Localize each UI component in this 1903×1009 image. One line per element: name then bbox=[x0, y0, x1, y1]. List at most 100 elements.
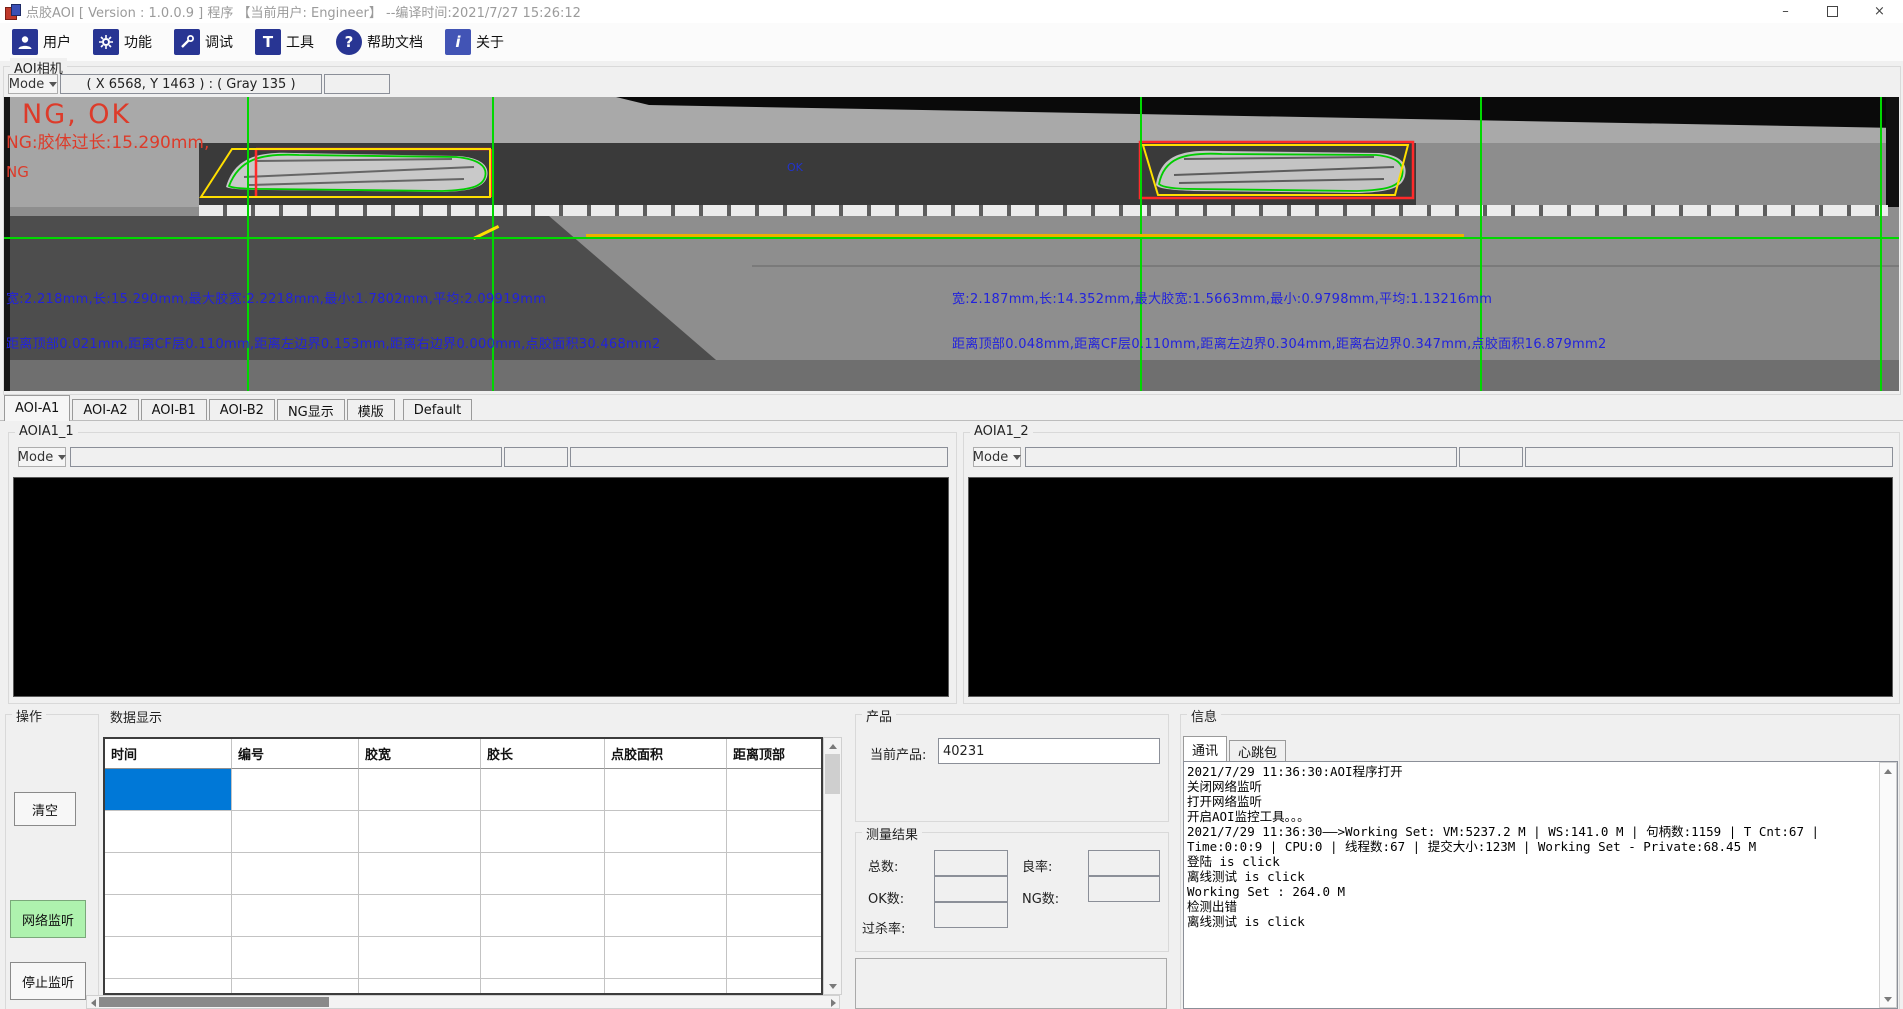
column-header-glue-width[interactable]: 胶宽 bbox=[359, 739, 481, 769]
title-bar: 点胶AOI [ Version : 1.0.0.9 ] 程序 【当前用户: En… bbox=[0, 0, 1903, 24]
comm-log[interactable]: 2021/7/29 11:36:30:AOI程序打开 关闭网络监听 打开网络监听… bbox=[1183, 761, 1898, 1009]
maximize-button[interactable] bbox=[1809, 0, 1856, 23]
tab-aoi-b1[interactable]: AOI-B1 bbox=[141, 399, 207, 421]
table-cell[interactable] bbox=[232, 811, 359, 853]
table-cell[interactable] bbox=[105, 895, 232, 937]
log-vertical-scrollbar[interactable] bbox=[1879, 762, 1897, 1008]
ng-count-field bbox=[1088, 876, 1160, 902]
column-header-time[interactable]: 时间 bbox=[105, 739, 232, 769]
log-line: 离线测试 is click bbox=[1187, 869, 1877, 884]
scroll-up-icon[interactable] bbox=[1880, 763, 1896, 779]
table-cell[interactable] bbox=[105, 979, 232, 995]
table-cell[interactable] bbox=[605, 769, 727, 811]
table-cell[interactable] bbox=[359, 853, 481, 895]
scroll-left-icon[interactable] bbox=[87, 998, 99, 1008]
table-cell[interactable] bbox=[481, 895, 605, 937]
table-cell[interactable] bbox=[359, 811, 481, 853]
camera-mode-dropdown[interactable]: Mode bbox=[8, 74, 58, 94]
table-cell[interactable] bbox=[605, 979, 727, 995]
table-cell[interactable] bbox=[232, 769, 359, 811]
table-cell[interactable] bbox=[359, 769, 481, 811]
table-cell-selected[interactable] bbox=[105, 769, 232, 811]
tab-label: NG显示 bbox=[288, 401, 334, 420]
table-cell[interactable] bbox=[232, 853, 359, 895]
minimize-button[interactable]: – bbox=[1762, 0, 1809, 23]
tab-aoi-a1[interactable]: AOI-A1 bbox=[4, 395, 70, 421]
tab-aoi-b2[interactable]: AOI-B2 bbox=[209, 399, 275, 421]
table-cell[interactable] bbox=[727, 811, 821, 853]
aoia1-2-mode-dropdown[interactable]: Mode bbox=[973, 447, 1021, 467]
toolbar-button-user[interactable]: 用户 bbox=[8, 27, 75, 57]
scroll-right-icon[interactable] bbox=[827, 998, 839, 1008]
maximize-icon bbox=[1827, 6, 1838, 17]
info-group-label: 信息 bbox=[1187, 706, 1221, 725]
scroll-down-icon[interactable] bbox=[1880, 991, 1896, 1007]
close-button[interactable]: × bbox=[1856, 0, 1903, 23]
scroll-down-icon[interactable] bbox=[824, 978, 841, 994]
toolbar-button-tools[interactable]: T 工具 bbox=[251, 27, 318, 57]
table-cell[interactable] bbox=[605, 811, 727, 853]
log-line: Working Set : 264.0 M bbox=[1187, 884, 1877, 899]
toolbar-button-function[interactable]: 功能 bbox=[89, 27, 156, 57]
tab-ng-display[interactable]: NG显示 bbox=[277, 399, 345, 421]
table-cell[interactable] bbox=[605, 895, 727, 937]
table-cell[interactable] bbox=[481, 769, 605, 811]
aoia1-2-canvas[interactable] bbox=[968, 477, 1893, 697]
table-cell[interactable] bbox=[359, 937, 481, 979]
table-cell[interactable] bbox=[232, 895, 359, 937]
table-cell[interactable] bbox=[105, 937, 232, 979]
column-header-top-distance[interactable]: 距离顶部 bbox=[727, 739, 821, 769]
log-line: 打开网络监听 bbox=[1187, 794, 1877, 809]
table-cell[interactable] bbox=[481, 937, 605, 979]
table-cell[interactable] bbox=[359, 895, 481, 937]
clear-button[interactable]: 清空 bbox=[14, 792, 76, 826]
tabstrip-divider bbox=[0, 420, 1903, 421]
tab-label: Default bbox=[414, 403, 462, 418]
aoia1-1-mode-dropdown[interactable]: Mode bbox=[18, 447, 66, 467]
table-cell[interactable] bbox=[232, 937, 359, 979]
table-cell[interactable] bbox=[727, 937, 821, 979]
stop-listen-button[interactable]: 停止监听 bbox=[10, 962, 86, 1000]
toolbar-button-debug[interactable]: 调试 bbox=[170, 27, 237, 57]
product-groupbox: 产品 bbox=[855, 714, 1169, 822]
table-cell[interactable] bbox=[481, 811, 605, 853]
table-cell[interactable] bbox=[481, 853, 605, 895]
toolbar-button-about[interactable]: i 关于 bbox=[441, 27, 508, 57]
info-icon: i bbox=[445, 29, 471, 55]
current-product-field[interactable]: 40231 bbox=[938, 738, 1160, 764]
table-horizontal-scrollbar[interactable] bbox=[86, 995, 840, 1009]
tab-comm[interactable]: 通讯 bbox=[1183, 736, 1227, 761]
info-tabstrip: 通讯 心跳包 bbox=[1183, 737, 1288, 761]
tab-aoi-a2[interactable]: AOI-A2 bbox=[72, 399, 138, 421]
camera-view[interactable]: NG, OK NG:胶体过长:15.290mm, NG OK 宽:2.218mm… bbox=[4, 97, 1899, 391]
table-cell[interactable] bbox=[727, 895, 821, 937]
aoia1-1-canvas[interactable] bbox=[13, 477, 949, 697]
table-cell[interactable] bbox=[727, 769, 821, 811]
table-cell[interactable] bbox=[605, 853, 727, 895]
tab-heartbeat[interactable]: 心跳包 bbox=[1229, 740, 1286, 761]
app-window: 点胶AOI [ Version : 1.0.0.9 ] 程序 【当前用户: En… bbox=[0, 0, 1903, 1009]
user-icon bbox=[12, 29, 38, 55]
column-header-id[interactable]: 编号 bbox=[232, 739, 359, 769]
table-cell[interactable] bbox=[727, 979, 821, 995]
table-cell[interactable] bbox=[105, 853, 232, 895]
ng-count-label: NG数: bbox=[1022, 888, 1059, 907]
table-cell[interactable] bbox=[105, 811, 232, 853]
scroll-up-icon[interactable] bbox=[824, 738, 841, 754]
left-measure-line1: 宽:2.218mm,长:15.290mm,最大胶宽:2.2218mm,最小:1.… bbox=[6, 288, 546, 307]
tab-template[interactable]: 模版 bbox=[347, 399, 395, 421]
table-cell[interactable] bbox=[727, 853, 821, 895]
scrollbar-thumb[interactable] bbox=[99, 997, 329, 1007]
table-cell[interactable] bbox=[359, 979, 481, 995]
scrollbar-thumb[interactable] bbox=[825, 754, 840, 794]
tab-default[interactable]: Default bbox=[403, 399, 473, 421]
table-cell[interactable] bbox=[605, 937, 727, 979]
column-header-glue-area[interactable]: 点胶面积 bbox=[605, 739, 727, 769]
column-header-glue-length[interactable]: 胶长 bbox=[481, 739, 605, 769]
table-cell[interactable] bbox=[232, 979, 359, 995]
table-cell[interactable] bbox=[481, 979, 605, 995]
network-listen-button[interactable]: 网络监听 bbox=[10, 900, 86, 938]
table-vertical-scrollbar[interactable] bbox=[823, 737, 842, 995]
toolbar-label: 关于 bbox=[476, 32, 504, 52]
toolbar-button-help[interactable]: ? 帮助文档 bbox=[332, 27, 427, 57]
